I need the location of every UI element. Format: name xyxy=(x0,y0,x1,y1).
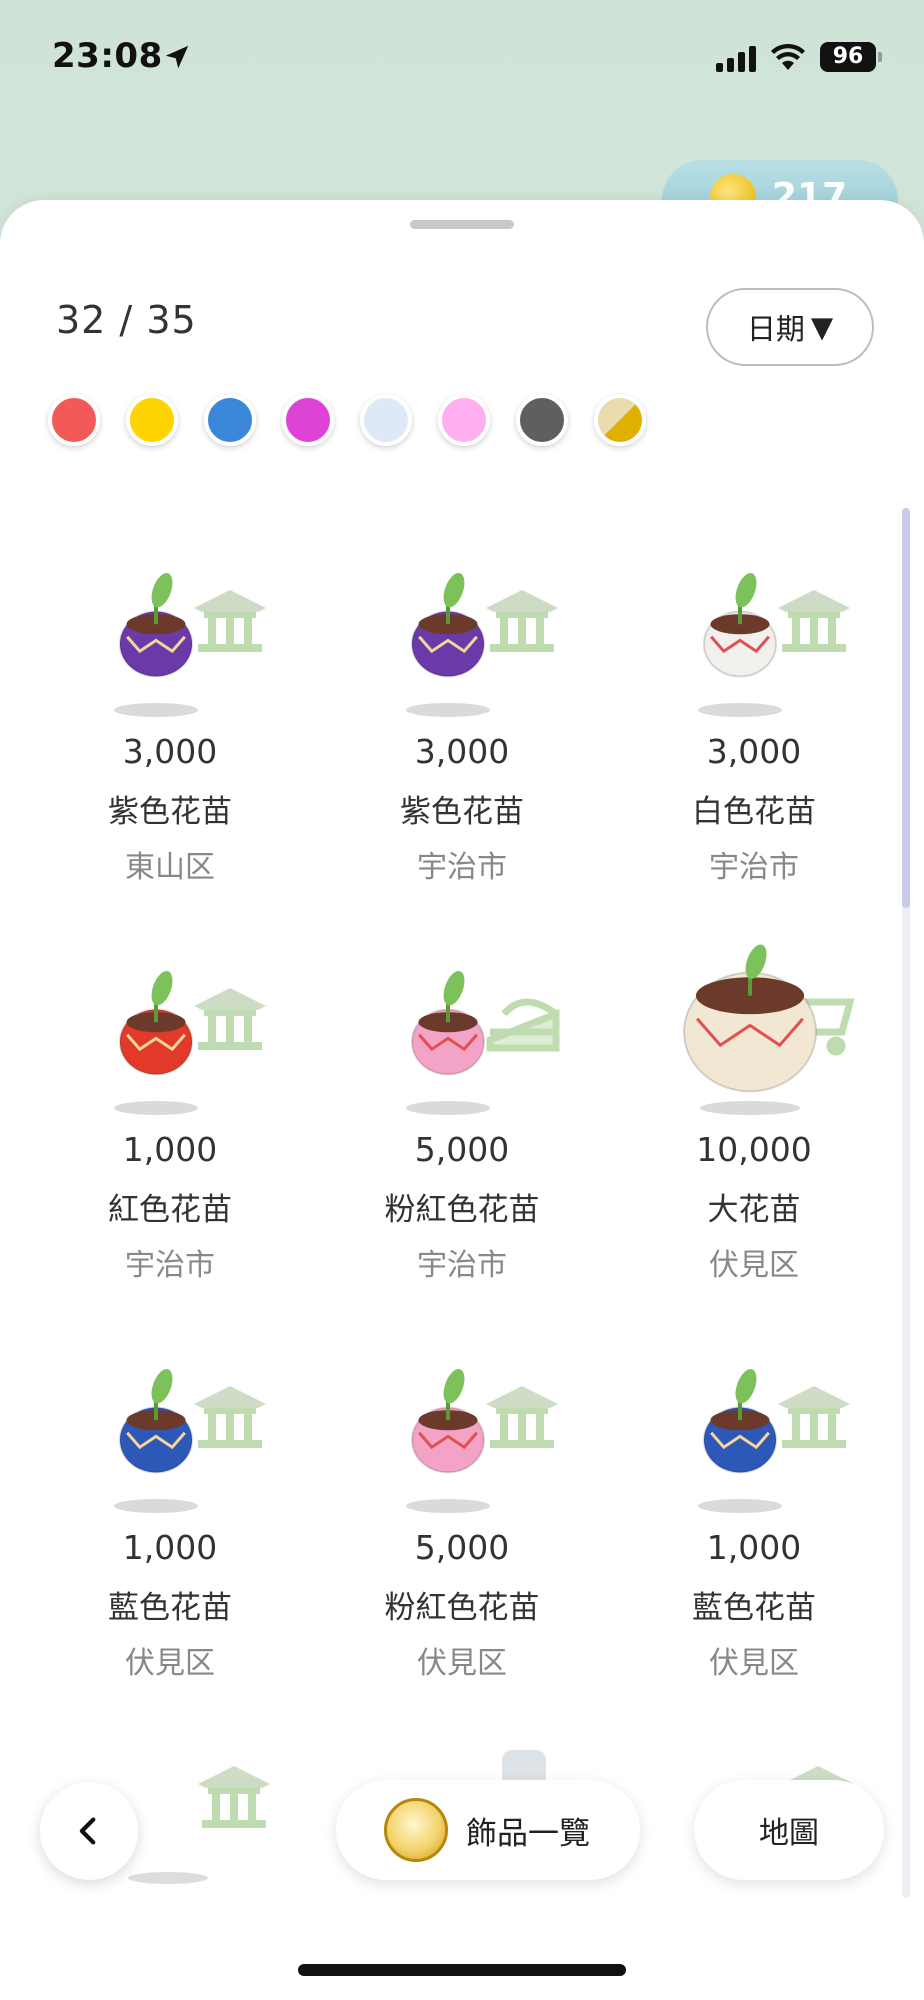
scrollbar[interactable] xyxy=(902,508,910,1898)
seedling-art xyxy=(698,573,850,717)
map-button[interactable]: 地圖 xyxy=(694,1780,884,1880)
back-button[interactable] xyxy=(40,1782,138,1880)
battery-indicator: 96 xyxy=(820,42,882,72)
seedling-price: 5,000 xyxy=(414,1528,510,1567)
seedling-location: 宇治市 xyxy=(709,850,799,885)
seedling-location: 宇治市 xyxy=(417,1248,507,1283)
seedling-location: 宇治市 xyxy=(417,850,507,885)
color-filter-gray[interactable] xyxy=(516,394,568,446)
scrollbar-thumb[interactable] xyxy=(902,508,910,908)
color-filter-blue[interactable] xyxy=(204,394,256,446)
seedling-location: 伏見区 xyxy=(709,1646,799,1681)
color-filter-magenta[interactable] xyxy=(282,394,334,446)
temple-icon xyxy=(778,590,850,652)
seedling-name: 紫色花苗 xyxy=(108,794,232,830)
seedling-art xyxy=(114,1369,266,1513)
cake-icon xyxy=(486,998,560,1052)
seedling-price: 3,000 xyxy=(122,732,218,771)
seedling-art xyxy=(114,573,266,717)
temple-icon xyxy=(486,1386,558,1448)
temple-icon xyxy=(194,590,266,652)
temple-icon xyxy=(486,590,558,652)
seedling-location: 宇治市 xyxy=(125,1248,215,1283)
wifi-icon xyxy=(771,43,805,70)
seedling-name: 粉紅色花苗 xyxy=(384,1192,540,1228)
status-time: 23:08 xyxy=(52,36,163,76)
temple-icon xyxy=(198,1766,270,1828)
seedling-price: 3,000 xyxy=(706,732,802,771)
seedling-price: 1,000 xyxy=(706,1528,802,1567)
sort-dropdown-button[interactable]: 日期 ▼ xyxy=(706,288,874,366)
color-filter-white[interactable] xyxy=(360,394,412,446)
sheet-drag-handle[interactable] xyxy=(410,220,514,229)
location-arrow-icon xyxy=(165,45,189,69)
seedling-card[interactable]: 3,000 紫色花苗 東山区 xyxy=(24,534,316,932)
seedling-art xyxy=(698,1369,850,1513)
home-indicator xyxy=(298,1964,626,1976)
sort-label: 日期 xyxy=(746,312,805,346)
seedling-name: 大花苗 xyxy=(707,1192,801,1228)
seedling-location: 東山区 xyxy=(125,850,215,885)
cellular-signal-icon xyxy=(716,46,756,72)
status-bar: 23:08 96 xyxy=(0,0,924,120)
seedling-card[interactable]: 1,000 紅色花苗 宇治市 xyxy=(24,932,316,1330)
seedling-card[interactable]: 5,000 粉紅色花苗 伏見区 xyxy=(316,1330,608,1728)
seedling-price: 5,000 xyxy=(414,1130,510,1169)
seedling-card[interactable]: 1,000 藍色花苗 伏見区 xyxy=(24,1330,316,1728)
medal-icon xyxy=(384,1798,448,1862)
color-filter-yellow[interactable] xyxy=(126,394,178,446)
seedling-name: 藍色花苗 xyxy=(108,1590,232,1626)
seedling-name: 紅色花苗 xyxy=(108,1192,232,1228)
seedling-card[interactable]: 1,000 藍色花苗 伏見区 xyxy=(608,1330,900,1728)
seedling-location: 伏見区 xyxy=(125,1646,215,1681)
seedling-art xyxy=(683,944,855,1115)
seedling-name: 白色花苗 xyxy=(692,794,816,830)
seedling-art xyxy=(406,573,558,717)
decorations-label: 飾品一覽 xyxy=(466,1815,590,1851)
color-filter-pink[interactable] xyxy=(438,394,490,446)
temple-icon xyxy=(194,988,266,1050)
color-filter-gold[interactable] xyxy=(594,394,646,446)
seedling-art xyxy=(406,1369,558,1513)
seedling-card[interactable]: 5,000 粉紅色花苗 宇治市 xyxy=(316,932,608,1330)
peek-item-1 xyxy=(128,1766,270,1884)
seedling-name: 粉紅色花苗 xyxy=(384,1590,540,1626)
seedling-price: 1,000 xyxy=(122,1130,218,1169)
chevron-left-icon xyxy=(79,1817,96,1845)
seedling-price: 1,000 xyxy=(122,1528,218,1567)
seedling-name: 藍色花苗 xyxy=(692,1590,816,1626)
seedling-price: 3,000 xyxy=(414,732,510,771)
temple-icon xyxy=(194,1386,266,1448)
decorations-list-button[interactable]: 飾品一覽 xyxy=(336,1780,640,1880)
temple-icon xyxy=(778,1386,850,1448)
seedling-name: 紫色花苗 xyxy=(400,794,524,830)
color-filter-row xyxy=(48,394,646,446)
seedling-location: 伏見区 xyxy=(709,1248,799,1283)
seedling-art xyxy=(114,971,266,1115)
seedling-location: 伏見区 xyxy=(417,1646,507,1681)
seedling-card[interactable]: 10,000 大花苗 伏見区 xyxy=(608,932,900,1330)
caret-down-icon: ▼ xyxy=(810,310,834,344)
seedling-card[interactable]: 3,000 紫色花苗 宇治市 xyxy=(316,534,608,932)
seedling-price: 10,000 xyxy=(696,1130,812,1169)
seedling-card[interactable]: 3,000 白色花苗 宇治市 xyxy=(608,534,900,932)
collection-count: 32 / 35 xyxy=(56,298,197,342)
seedling-art xyxy=(406,971,560,1115)
color-filter-red[interactable] xyxy=(48,394,100,446)
collection-sheet: 32 / 35 日期 ▼ 3,000 紫色花苗 東山区 3,000 紫色花苗 宇… xyxy=(0,200,924,2000)
